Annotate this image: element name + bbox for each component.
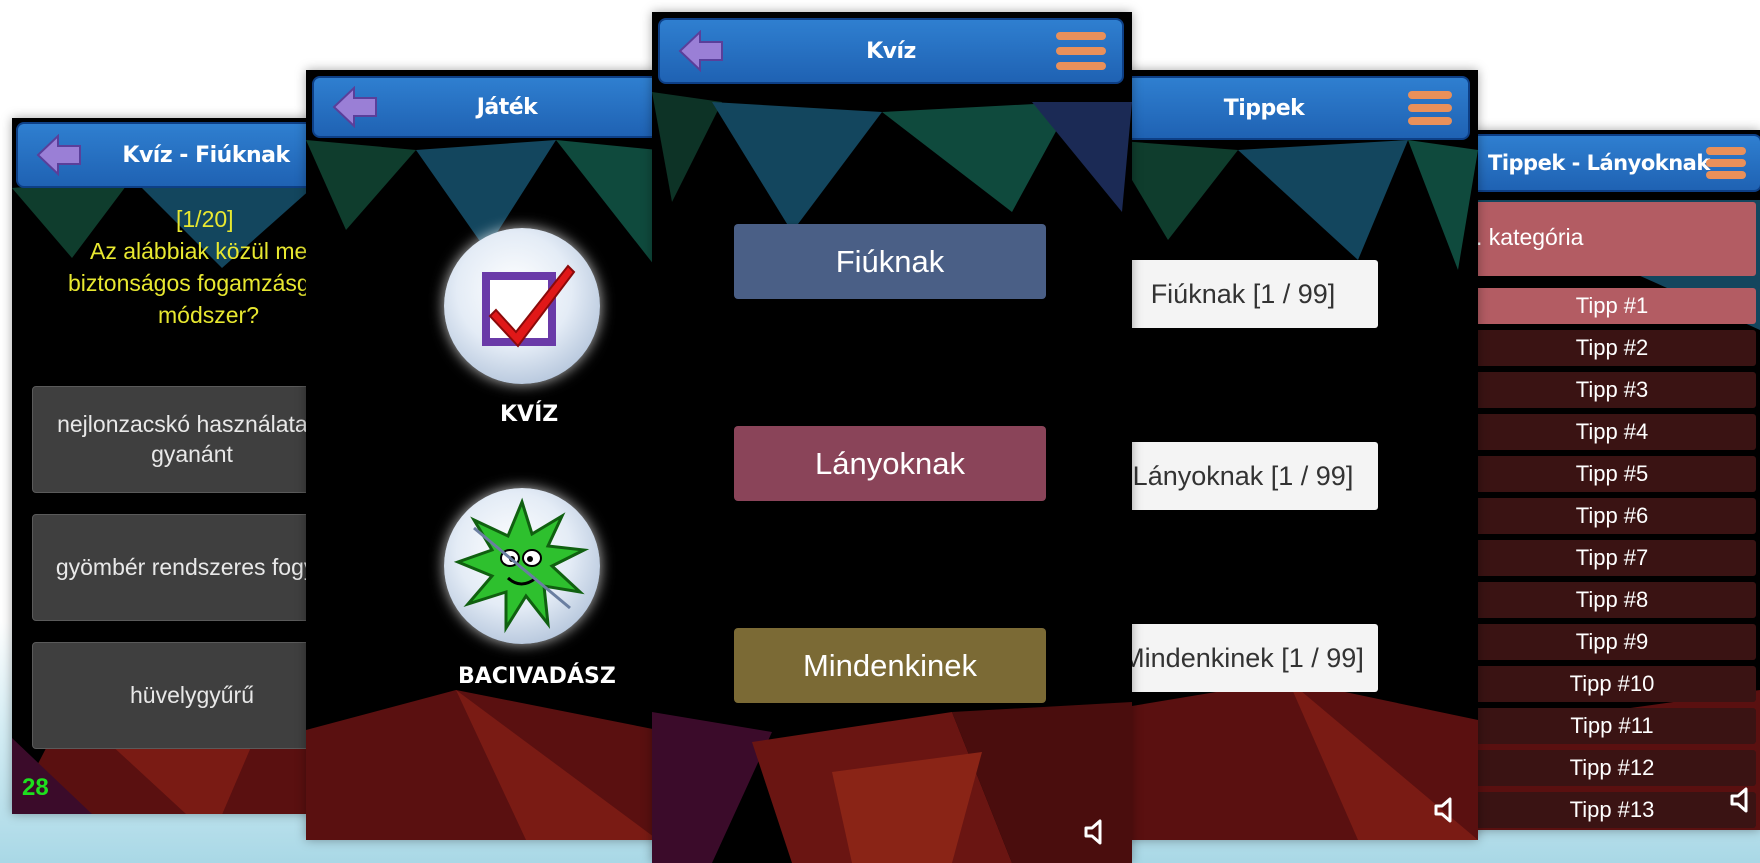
page-title: Tippek - Lányoknak (1488, 151, 1710, 175)
answer-option-2[interactable]: gyömbér rendszeres fogya (32, 514, 312, 621)
hamburger-menu-icon[interactable] (1056, 32, 1106, 70)
screen-quiz-menu: Kvíz Fiúknak Lányoknak Mindenkinek (652, 12, 1132, 863)
tip-item[interactable]: Tipp #11 (1472, 708, 1756, 744)
speaker-icon[interactable] (1728, 786, 1756, 814)
answer-text: nejlonzacskó használata ó (57, 410, 312, 437)
quiz-girls-button[interactable]: Lányoknak (734, 426, 1046, 501)
quiz-game-button[interactable] (444, 228, 600, 384)
tip-item[interactable]: Tipp #6 (1472, 498, 1756, 534)
quiz-boys-button[interactable]: Fiúknak (734, 224, 1046, 299)
title-bar: Tippek (1108, 76, 1470, 140)
back-arrow-icon[interactable] (36, 134, 82, 176)
back-arrow-icon[interactable] (678, 30, 724, 72)
title-bar: Játék (312, 76, 658, 138)
germ-hunter-button[interactable] (444, 488, 600, 644)
screen-tips-girls: Tippek - Lányoknak . kategória Tipp #1 T… (1472, 130, 1760, 830)
background-decoration (306, 140, 658, 840)
quiz-everyone-button[interactable]: Mindenkinek (734, 628, 1046, 703)
title-bar: Kvíz - Fiúknak (16, 122, 312, 188)
quiz-label: KVÍZ (500, 402, 559, 427)
tip-item[interactable]: Tipp #12 (1472, 750, 1756, 786)
tip-item[interactable]: Tipp #1 (1472, 288, 1756, 324)
page-title: Kvíz - Fiúknak (122, 142, 290, 168)
speaker-icon[interactable] (1082, 818, 1110, 846)
tips-boys-button[interactable]: Fiúknak [1 / 99] (1108, 260, 1378, 328)
screen-tips: Tippek Fiúknak [1 / 99] Lányoknak [1 / 9… (1108, 70, 1478, 840)
answer-option-3[interactable]: hüvelygyűrű (32, 642, 312, 749)
title-bar: Kvíz (658, 18, 1124, 84)
tip-item[interactable]: Tipp #3 (1472, 372, 1756, 408)
germ-hunter-label: BACIVADÁSZ (458, 664, 616, 689)
screen-quiz-boys: Kvíz - Fiúknak [1/20] Az alábbiak közül … (12, 118, 312, 814)
germ-icon (453, 497, 590, 634)
tip-item[interactable]: Tipp #2 (1472, 330, 1756, 366)
tip-item[interactable]: Tipp #10 (1472, 666, 1756, 702)
tip-item[interactable]: Tipp #9 (1472, 624, 1756, 660)
question-line-1: Az alábbiak közül mely (90, 238, 312, 264)
tip-item[interactable]: Tipp #13 (1472, 792, 1756, 828)
back-arrow-icon[interactable] (332, 86, 378, 128)
hamburger-menu-icon[interactable] (1408, 91, 1452, 125)
timer-counter: 28 (22, 774, 49, 801)
answer-text: gyanánt (151, 440, 233, 467)
hamburger-menu-icon[interactable] (1706, 147, 1746, 179)
tip-item[interactable]: Tipp #7 (1472, 540, 1756, 576)
tip-item[interactable]: Tipp #5 (1472, 456, 1756, 492)
category-header[interactable]: . kategória (1472, 202, 1756, 276)
screen-game: Játék KVÍZ BACIVADÁSZ (306, 70, 658, 840)
tip-item[interactable]: Tipp #4 (1472, 414, 1756, 450)
checkbox-checked-icon (482, 264, 576, 348)
page-title: Tippek (1223, 95, 1305, 121)
tips-girls-button[interactable]: Lányoknak [1 / 99] (1108, 442, 1378, 510)
tips-everyone-button[interactable]: Mindenkinek [1 / 99] (1108, 624, 1378, 692)
question-line-3: módszer? (158, 302, 259, 328)
category-label: . kategória (1476, 224, 1584, 250)
question-line-2: biztonságos fogamzásgá (68, 270, 312, 296)
question-counter: [1/20] (176, 206, 234, 232)
title-bar: Tippek - Lányoknak (1472, 134, 1760, 192)
page-title: Kvíz (866, 38, 916, 64)
page-title: Játék (476, 94, 538, 120)
answer-text: gyömbér rendszeres fogya (55, 553, 312, 580)
tip-item[interactable]: Tipp #8 (1472, 582, 1756, 618)
speaker-icon[interactable] (1432, 796, 1460, 824)
answer-text: hüvelygyűrű (129, 681, 255, 708)
answer-option-1[interactable]: nejlonzacskó használata ó gyanánt (32, 386, 312, 493)
